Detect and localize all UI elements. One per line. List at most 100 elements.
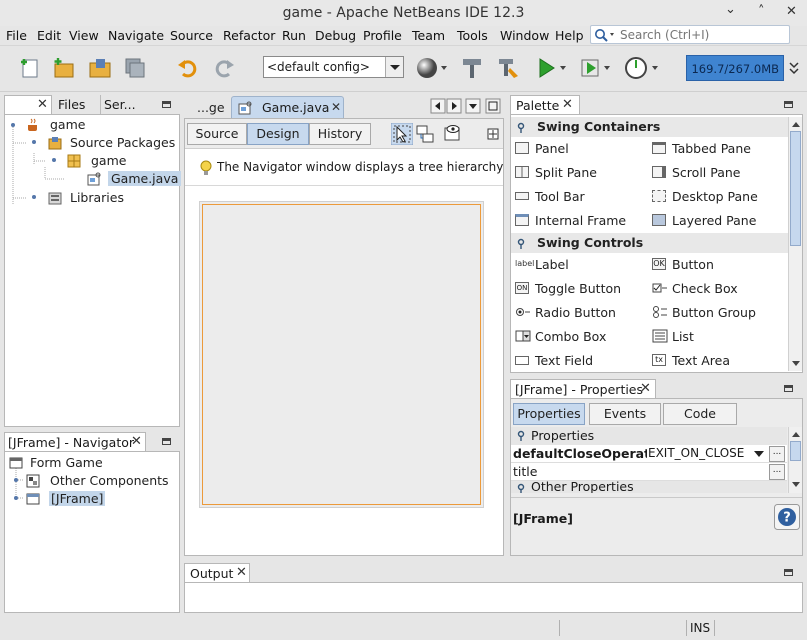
palette-item-button-group[interactable]: Button Group	[652, 305, 756, 320]
save-all-icon[interactable]	[123, 56, 147, 80]
properties-tab[interactable]: Properties	[513, 403, 585, 425]
build-hammer-icon[interactable]	[460, 56, 484, 80]
palette-item-toggle-button[interactable]: ON Toggle Button	[515, 281, 621, 296]
design-canvas[interactable]	[199, 201, 484, 508]
close-window-icon[interactable]: ✕	[786, 4, 797, 19]
minimize-panel-icon[interactable]	[162, 438, 171, 445]
connection-mode-icon[interactable]	[416, 125, 434, 143]
palette-item-text-area[interactable]: tx Text Area	[652, 353, 730, 368]
minimize-panel-icon[interactable]	[784, 385, 793, 392]
editor-tab-controls[interactable]	[430, 98, 506, 114]
chevron-down-icon[interactable]	[385, 57, 403, 77]
close-icon[interactable]: ✕	[562, 97, 573, 112]
close-icon[interactable]: ✕	[131, 434, 142, 449]
prop-row-default-close[interactable]: defaultCloseOperatic EXIT_ON_CLOSE ...	[511, 445, 787, 463]
minimize-icon[interactable]: ⌄	[725, 2, 736, 17]
properties-section-other[interactable]: Other Properties	[511, 481, 787, 493]
view-source-button[interactable]: Source	[187, 123, 247, 145]
toolbar-overflow-icon[interactable]	[788, 61, 800, 75]
scroll-up-icon[interactable]	[791, 430, 801, 438]
help-icon[interactable]: ?	[774, 504, 800, 530]
tab-files[interactable]: Files	[54, 95, 100, 115]
redo-icon[interactable]	[212, 56, 236, 80]
menu-tools[interactable]: Tools	[457, 28, 488, 43]
tab-projects[interactable]: ✕	[4, 95, 52, 115]
nav-item-other-components[interactable]: Other Components	[50, 473, 169, 488]
palette-item-tool-bar[interactable]: Tool Bar	[515, 189, 585, 204]
palette-item-tabbed-pane[interactable]: Tabbed Pane	[652, 141, 751, 156]
maximize-icon[interactable]: ˄	[758, 4, 765, 19]
prop-value[interactable]: EXIT_ON_CLOSE	[648, 446, 744, 460]
menu-window[interactable]: Window	[500, 28, 549, 43]
profile-icon[interactable]	[624, 56, 662, 80]
properties-scroll-thumb[interactable]	[790, 441, 801, 461]
minimize-panel-icon[interactable]	[784, 569, 793, 576]
palette-section-containers[interactable]: Swing Containers	[511, 117, 802, 137]
preview-design-icon[interactable]	[443, 124, 463, 142]
minimize-panel-icon[interactable]	[784, 101, 793, 108]
scroll-down-icon[interactable]	[791, 360, 801, 368]
menu-team[interactable]: Team	[412, 28, 445, 43]
tab-output[interactable]: Output ✕	[184, 563, 250, 583]
tab-palette[interactable]: Palette ✕	[510, 95, 580, 115]
palette-item-text-field[interactable]: Text Field	[515, 353, 593, 368]
tree-item-source-packages[interactable]: Source Packages	[70, 135, 175, 150]
globe-icon[interactable]	[416, 56, 450, 80]
menu-source[interactable]: Source	[170, 28, 213, 43]
new-file-icon[interactable]	[18, 56, 42, 80]
close-icon[interactable]: ✕	[331, 100, 341, 114]
palette-item-label[interactable]: label Label	[515, 257, 569, 272]
tab-navigator[interactable]: [JFrame] - Navigator ✕	[4, 432, 146, 452]
code-tab[interactable]: Code	[663, 403, 737, 425]
chevron-down-icon[interactable]	[753, 450, 765, 458]
tab-services[interactable]: Ser...	[100, 95, 140, 115]
menu-debug[interactable]: Debug	[315, 28, 356, 43]
tab-properties-window[interactable]: [JFrame] - Properties ✕	[510, 379, 656, 399]
search-box[interactable]	[590, 25, 790, 44]
menu-view[interactable]: View	[69, 28, 99, 43]
palette-item-combo-box[interactable]: Combo Box	[515, 329, 606, 344]
nav-item-jframe[interactable]: [JFrame]	[49, 491, 106, 506]
search-input[interactable]	[618, 27, 786, 42]
menu-file[interactable]: File	[6, 28, 27, 43]
palette-scroll-thumb[interactable]	[790, 131, 801, 246]
palette-item-list[interactable]: List	[652, 329, 694, 344]
run-icon[interactable]	[536, 56, 570, 80]
menu-run[interactable]: Run	[282, 28, 306, 43]
selection-mode-icon[interactable]	[391, 123, 413, 145]
nav-item-form-game[interactable]: Form Game	[30, 455, 103, 470]
menu-edit[interactable]: Edit	[37, 28, 61, 43]
memory-indicator[interactable]: 169.7/267.0MB	[686, 55, 784, 81]
properties-scrollbar[interactable]	[788, 427, 802, 493]
palette-item-radio-button[interactable]: Radio Button	[515, 305, 616, 320]
palette-scrollbar[interactable]	[788, 117, 802, 371]
palette-item-check-box[interactable]: Check Box	[652, 281, 738, 296]
menu-profile[interactable]: Profile	[363, 28, 402, 43]
tree-item-libraries[interactable]: Libraries	[70, 190, 124, 205]
palette-item-internal-frame[interactable]: Internal Frame	[515, 213, 626, 228]
debug-icon[interactable]	[580, 56, 614, 80]
tree-item-game-package[interactable]: game	[91, 153, 126, 168]
prop-editor-button[interactable]: ...	[769, 464, 785, 480]
palette-item-desktop-pane[interactable]: Desktop Pane	[652, 189, 758, 204]
properties-section[interactable]: Properties	[511, 427, 787, 445]
close-icon[interactable]: ✕	[236, 565, 247, 580]
scroll-up-icon[interactable]	[791, 120, 801, 128]
palette-item-split-pane[interactable]: Split Pane	[515, 165, 597, 180]
expand-toolbar-icon[interactable]	[487, 128, 499, 140]
jframe-form[interactable]	[202, 204, 481, 505]
tree-item-game-project[interactable]: game	[50, 117, 85, 132]
undo-icon[interactable]	[176, 56, 200, 80]
tab-game-short[interactable]: ...ge	[191, 98, 231, 118]
tree-item-game-java[interactable]: Game.java	[108, 171, 182, 186]
close-icon[interactable]: ✕	[37, 97, 48, 112]
open-project-icon[interactable]	[88, 56, 112, 80]
new-project-icon[interactable]	[52, 56, 76, 80]
tab-game-java[interactable]: Game.java ✕	[231, 96, 344, 118]
prop-row-title[interactable]: title ...	[511, 463, 787, 481]
clean-build-icon[interactable]	[496, 56, 520, 80]
menu-navigate[interactable]: Navigate	[108, 28, 164, 43]
palette-item-button[interactable]: OK Button	[652, 257, 714, 272]
menu-refactor[interactable]: Refactor	[223, 28, 275, 43]
prop-editor-button[interactable]: ...	[769, 446, 785, 462]
